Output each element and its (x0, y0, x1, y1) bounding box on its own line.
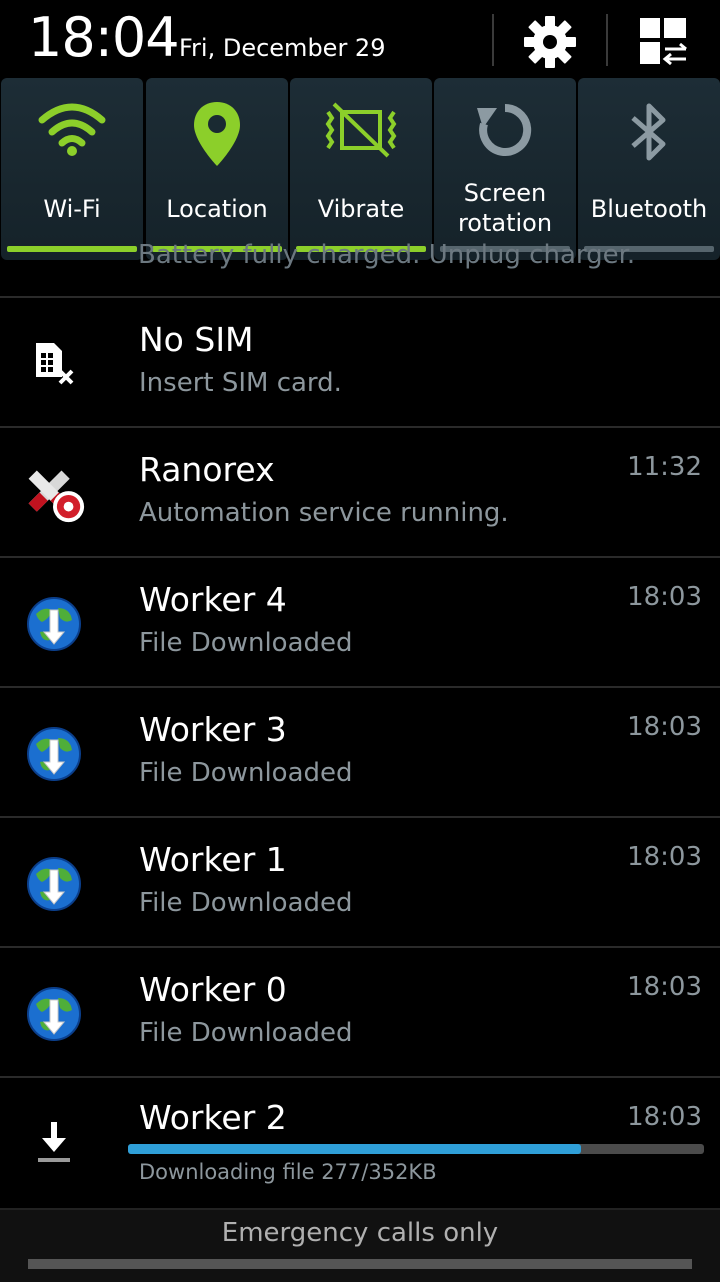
drag-handle[interactable] (28, 1259, 692, 1269)
settings-button[interactable] (520, 14, 580, 70)
notification-text: File Downloaded (139, 888, 353, 918)
notification-text: File Downloaded (139, 758, 353, 788)
location-pin-icon (194, 102, 240, 166)
quick-setting-label: Screen rotation (457, 179, 553, 237)
header-divider (492, 14, 494, 66)
notification-time: 11:32 (627, 452, 702, 482)
quick-setting-label: Bluetooth (590, 195, 708, 223)
notification-time: 18:03 (627, 972, 702, 1002)
globe-download-icon (27, 987, 81, 1041)
quick-setting-bluetooth[interactable]: Bluetooth (578, 78, 720, 260)
globe-download-icon (27, 857, 81, 911)
notification-time: 18:03 (627, 1102, 702, 1132)
bottom-bar: Emergency calls only (0, 1208, 720, 1282)
notification-time: 18:03 (627, 582, 702, 612)
no-sim-icon (36, 343, 74, 385)
quick-settings-panel: Wi-Fi Location Vibrate Screen rotation B… (0, 78, 720, 262)
globe-download-icon (27, 727, 81, 781)
notification-title: Worker 2 (139, 1098, 287, 1137)
quick-setting-screen-rotation[interactable]: Screen rotation (434, 78, 576, 260)
status-header: 18:04 Fri, December 29 (0, 0, 720, 78)
quick-setting-label: Vibrate (317, 195, 405, 223)
grid-switch-icon (640, 18, 687, 66)
vibrate-icon (325, 102, 397, 158)
wifi-icon (38, 103, 106, 156)
notification-time: 18:03 (627, 842, 702, 872)
download-arrow-icon (38, 1122, 70, 1162)
download-progress-fill (128, 1144, 582, 1154)
clock: 18:04 (28, 6, 180, 69)
notification-item[interactable]: Worker 0 File Downloaded 18:03 (0, 946, 720, 1078)
quick-setting-label: Location (166, 195, 268, 223)
header-divider (606, 14, 608, 66)
notification-text: File Downloaded (139, 1018, 353, 1048)
quick-settings-toggle-button[interactable] (634, 14, 694, 70)
carrier-label: Emergency calls only (221, 1218, 499, 1248)
notification-item[interactable]: Ranorex Automation service running. 11:3… (0, 426, 720, 558)
notification-title: Worker 3 (139, 710, 287, 749)
notification-item[interactable]: Worker 1 File Downloaded 18:03 (0, 816, 720, 948)
notification-text: Automation service running. (139, 498, 509, 528)
gear-icon (524, 16, 576, 68)
ranorex-icon (28, 470, 85, 523)
notification-title: No SIM (139, 320, 254, 359)
notification-item[interactable]: Worker 4 File Downloaded 18:03 (0, 556, 720, 688)
globe-download-icon (27, 597, 81, 651)
notification-item[interactable]: Worker 3 File Downloaded 18:03 (0, 686, 720, 818)
notification-text: File Downloaded (139, 628, 353, 658)
cut-off-notification-text: Battery fully charged. Unplug charger. (138, 240, 636, 270)
rotation-icon (477, 103, 532, 156)
notification-item[interactable]: No SIM Insert SIM card. (0, 296, 720, 428)
notification-title: Worker 4 (139, 580, 287, 619)
notification-title: Worker 1 (139, 840, 287, 879)
download-notification[interactable]: Worker 2 18:03 Downloading file 277/352K… (0, 1076, 720, 1208)
notification-text: Insert SIM card. (139, 368, 342, 398)
date-label: Fri, December 29 (179, 34, 386, 62)
status-indicator-on (7, 246, 137, 252)
download-progress-bar (128, 1144, 704, 1154)
quick-setting-wifi[interactable]: Wi-Fi (1, 78, 143, 260)
quick-setting-vibrate[interactable]: Vibrate (290, 78, 432, 260)
bluetooth-icon (631, 103, 666, 161)
quick-setting-label: Wi-Fi (43, 195, 101, 223)
quick-setting-location[interactable]: Location (146, 78, 288, 260)
notification-title: Ranorex (139, 450, 275, 489)
notification-title: Worker 0 (139, 970, 287, 1009)
notification-time: 18:03 (627, 712, 702, 742)
download-status-text: Downloading file 277/352KB (139, 1160, 437, 1184)
